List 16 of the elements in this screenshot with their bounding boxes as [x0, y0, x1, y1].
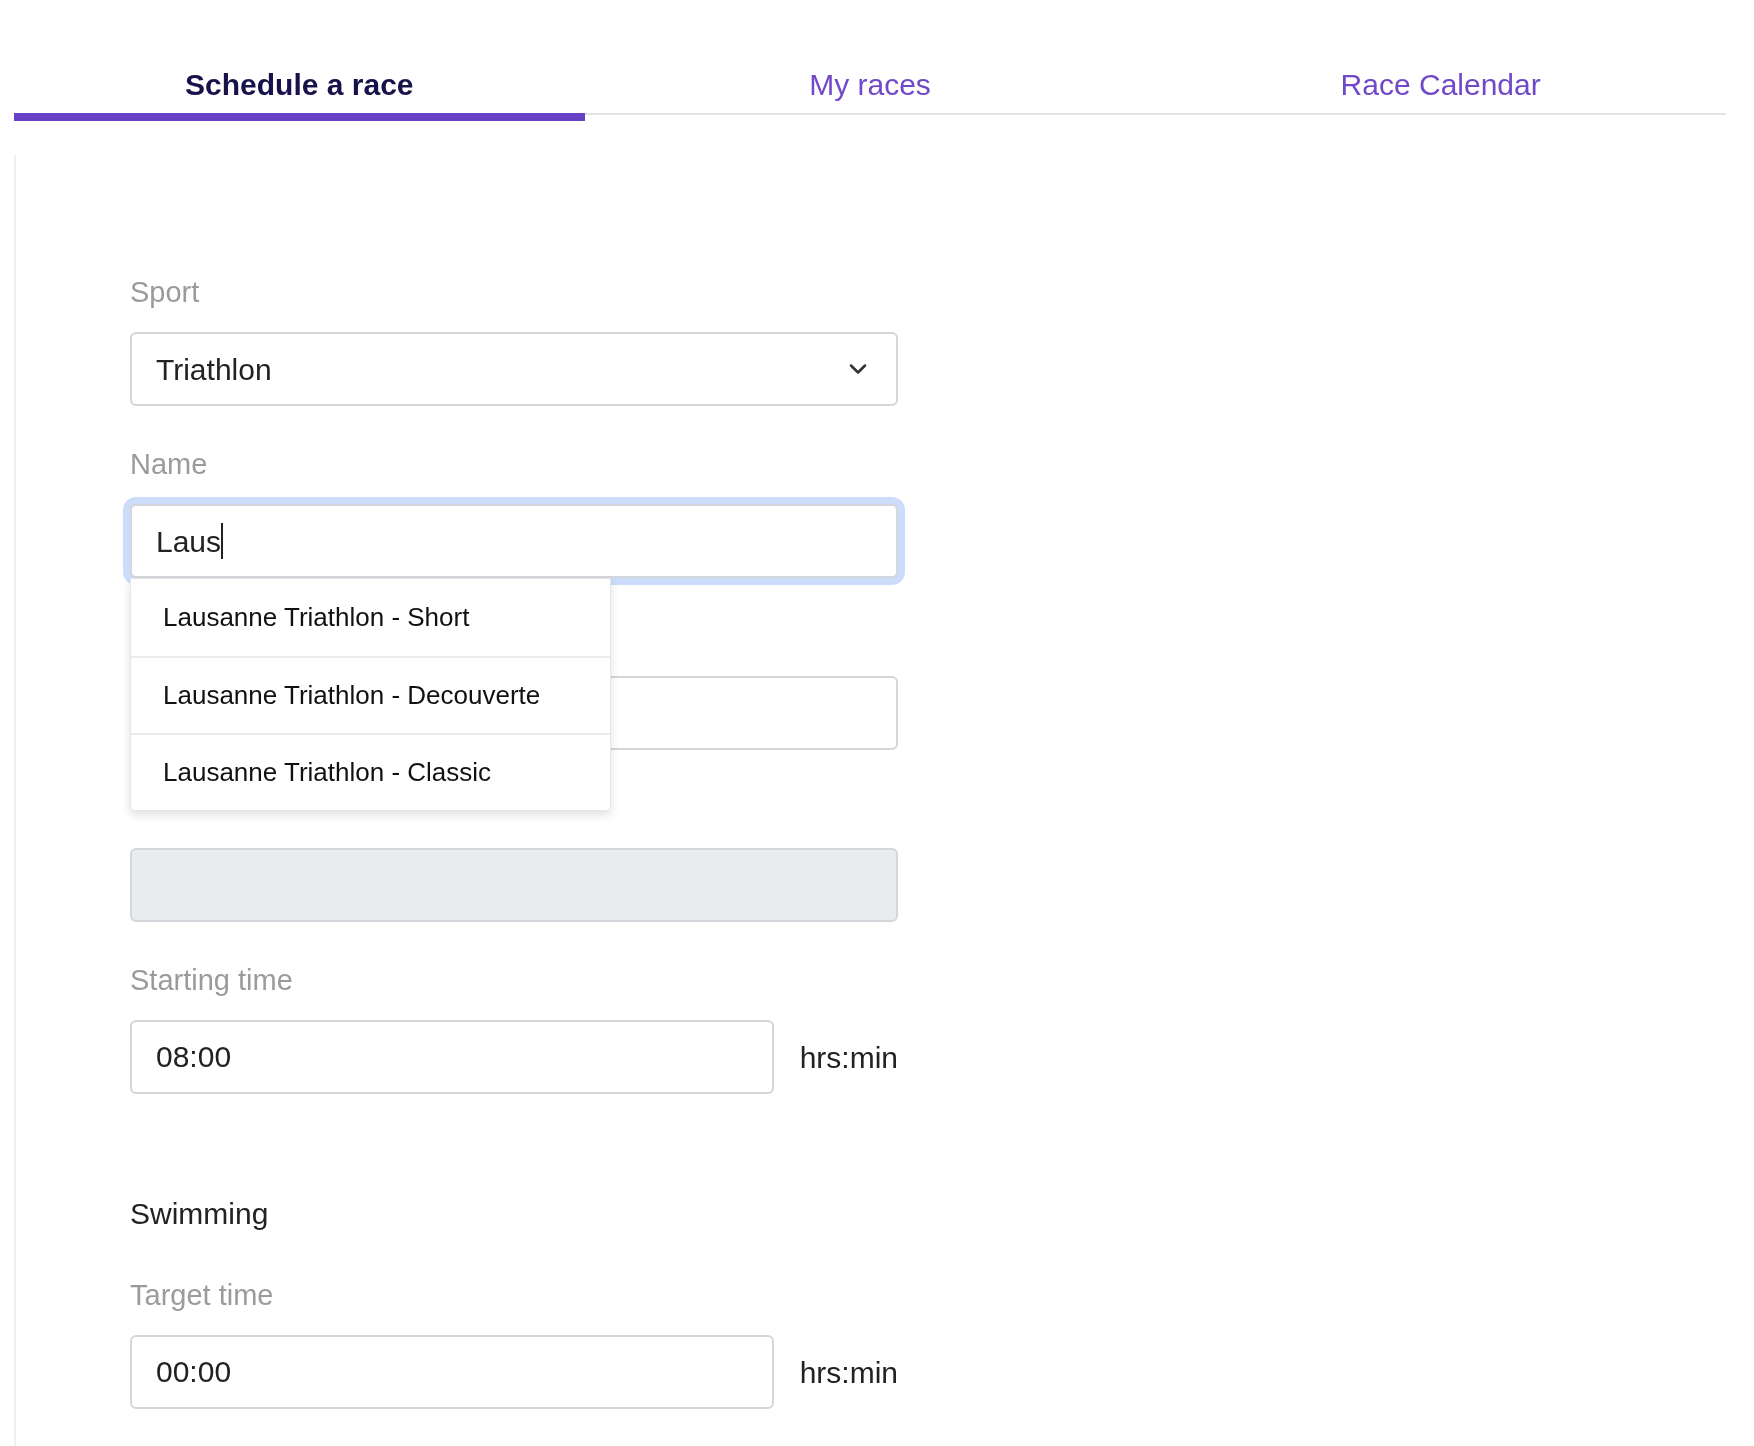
section-heading: Swimming [130, 1196, 270, 1232]
time-input[interactable]: 08:00 [130, 1020, 774, 1094]
field-label: Target time [130, 1278, 275, 1313]
unit-label: hrs:min [799, 1354, 898, 1391]
field-label: Sport [130, 275, 201, 310]
suggestion-item[interactable]: Lausanne Triathlon - Classic [131, 733, 610, 810]
sport-select[interactable]: Triathlon [130, 332, 898, 406]
time-input[interactable]: 00:00 [130, 1335, 774, 1409]
tab[interactable]: Schedule a race [14, 0, 585, 121]
tab[interactable]: My races [584, 0, 1156, 121]
unit-label: hrs:min [799, 1039, 898, 1076]
field-label: Name [130, 447, 209, 482]
field-label: Starting time [130, 963, 294, 998]
suggestion-item[interactable]: Lausanne Triathlon - Decouverte [131, 656, 610, 733]
suggestion-item[interactable]: Lausanne Triathlon - Short [131, 579, 610, 656]
tab[interactable]: Race Calendar [1155, 0, 1726, 121]
